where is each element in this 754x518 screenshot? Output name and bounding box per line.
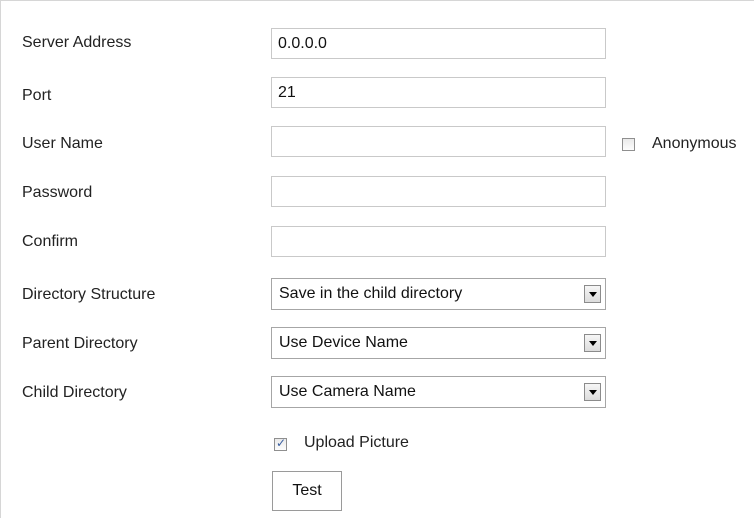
child-directory-select[interactable]: Use Camera Name [271,376,606,408]
port-input[interactable] [271,77,606,108]
child-directory-label: Child Directory [22,384,127,401]
server-address-label: Server Address [22,34,132,51]
parent-directory-label: Parent Directory [22,335,138,352]
form-panel: Server Address Port User Name Anonymous … [0,0,754,518]
upload-picture-label: Upload Picture [304,434,409,451]
chevron-down-icon[interactable] [584,285,601,303]
password-input[interactable] [271,176,606,207]
upload-picture-checkbox[interactable] [274,436,287,451]
directory-structure-value: Save in the child directory [279,285,463,302]
user-name-input[interactable] [271,126,606,157]
anonymous-checkbox[interactable] [622,138,635,151]
port-label: Port [22,87,52,104]
test-button[interactable]: Test [272,471,342,511]
anonymous-label: Anonymous [652,135,737,152]
child-directory-value: Use Camera Name [279,383,416,400]
user-name-label: User Name [22,135,103,152]
server-address-input[interactable] [271,28,606,59]
password-label: Password [22,184,93,201]
confirm-label: Confirm [22,233,79,250]
parent-directory-select[interactable]: Use Device Name [271,327,606,359]
chevron-down-icon[interactable] [584,383,601,401]
confirm-input[interactable] [271,226,606,257]
directory-structure-select[interactable]: Save in the child directory [271,278,606,310]
chevron-down-icon[interactable] [584,334,601,352]
parent-directory-value: Use Device Name [279,334,408,351]
directory-structure-label: Directory Structure [22,286,156,303]
